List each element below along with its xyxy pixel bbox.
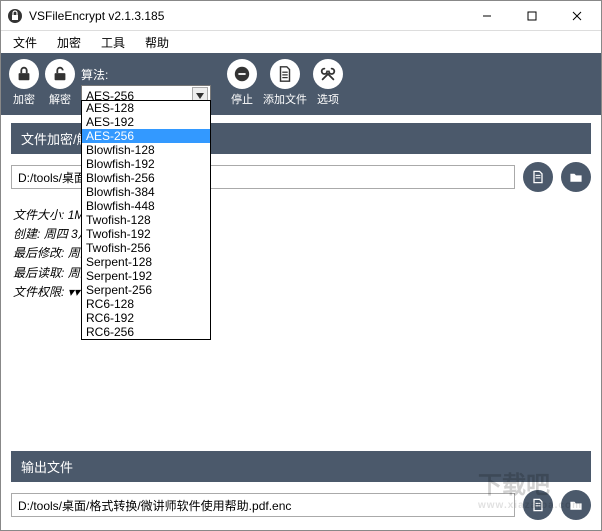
maximize-button[interactable] [509,1,554,31]
app-window: VSFileEncrypt v2.1.3.185 文件 加密 工具 帮助 加密 … [0,0,602,531]
input-browse-button[interactable] [561,162,591,192]
menu-help[interactable]: 帮助 [137,32,177,53]
add-file-label: 添加文件 [263,91,307,107]
algorithm-group: 算法: AES-256 AES-128AES-192AES-256Blowfis… [81,66,211,107]
document-icon [530,169,546,185]
menu-encrypt[interactable]: 加密 [49,32,89,53]
algorithm-caption: 算法: [81,66,211,83]
decrypt-button[interactable] [45,59,75,89]
algorithm-option[interactable]: Twofish-256 [82,241,210,255]
file-modified-label: 最后修改: [13,246,64,260]
input-copy-button[interactable] [523,162,553,192]
options-button[interactable] [313,59,343,89]
algorithm-option[interactable]: AES-128 [82,101,210,115]
decrypt-label: 解密 [49,91,71,107]
folder-icon [568,169,584,185]
encrypt-label: 加密 [13,91,35,107]
menu-bar: 文件 加密 工具 帮助 [1,31,601,53]
algorithm-option[interactable]: Blowfish-256 [82,171,210,185]
lock-open-icon [51,65,69,83]
title-bar: VSFileEncrypt v2.1.3.185 [1,1,601,31]
window-title: VSFileEncrypt v2.1.3.185 [29,9,464,23]
app-lock-icon [7,8,23,24]
file-created-label: 创建: [13,227,40,241]
minimize-button[interactable] [464,1,509,31]
output-browse-button[interactable] [561,490,591,520]
algorithm-option[interactable]: Serpent-128 [82,255,210,269]
algorithm-option[interactable]: AES-192 [82,115,210,129]
algorithm-dropdown[interactable]: AES-128AES-192AES-256Blowfish-128Blowfis… [81,100,211,340]
file-accessed-label: 最后读取: [13,266,64,280]
encrypt-button[interactable] [9,59,39,89]
stop-icon [233,65,251,83]
add-file-button[interactable] [270,59,300,89]
algorithm-option[interactable]: Blowfish-128 [82,143,210,157]
algorithm-option[interactable]: Twofish-128 [82,213,210,227]
stop-button[interactable] [227,59,257,89]
file-size-label: 文件大小: [13,208,64,222]
algorithm-option[interactable]: RC6-128 [82,297,210,311]
toolbar: 加密 解密 算法: AES-256 AES-128AES-192AES-256B… [1,53,601,115]
algorithm-option[interactable]: Blowfish-384 [82,185,210,199]
lock-closed-icon [15,65,33,83]
algorithm-option[interactable]: Serpent-256 [82,283,210,297]
document-icon [530,497,546,513]
close-button[interactable] [554,1,599,31]
document-icon [276,65,294,83]
folder-icon [568,497,584,513]
file-perm-value: ▾▾ [68,285,80,299]
options-label: 选项 [317,91,339,107]
output-path-field[interactable]: D:/tools/桌面/格式转换/微讲师软件使用帮助.pdf.enc [11,493,515,517]
algorithm-option[interactable]: RC6-192 [82,311,210,325]
output-path-row: D:/tools/桌面/格式转换/微讲师软件使用帮助.pdf.enc [11,490,591,520]
algorithm-option[interactable]: Blowfish-448 [82,199,210,213]
stop-label: 停止 [231,91,253,107]
algorithm-option[interactable]: AES-256 [82,129,210,143]
tools-icon [319,65,337,83]
menu-tools[interactable]: 工具 [93,32,133,53]
algorithm-option[interactable]: Blowfish-192 [82,157,210,171]
output-section-header: 输出文件 [11,451,591,482]
algorithm-option[interactable]: Serpent-192 [82,269,210,283]
file-perm-label: 文件权限: [13,285,64,299]
algorithm-option[interactable]: Twofish-192 [82,227,210,241]
output-copy-button[interactable] [523,490,553,520]
menu-file[interactable]: 文件 [5,32,45,53]
algorithm-option[interactable]: RC6-256 [82,325,210,339]
